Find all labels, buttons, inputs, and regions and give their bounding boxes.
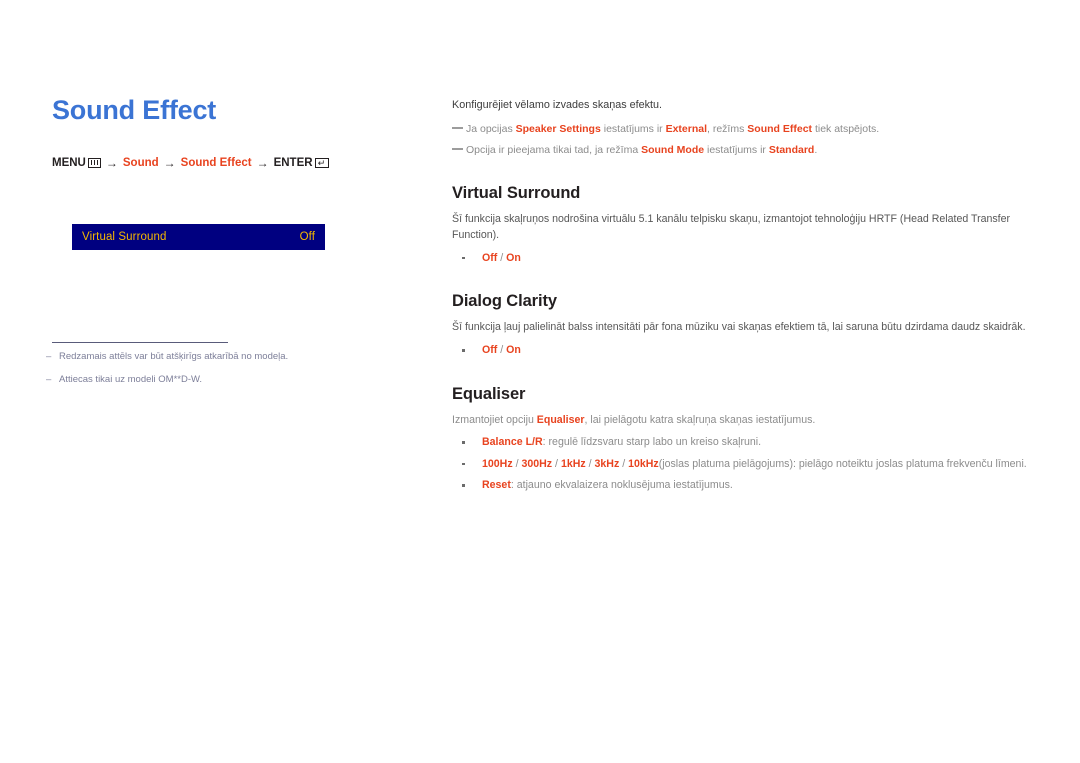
menu-bars-icon bbox=[87, 157, 101, 168]
plain-text: Ja opcijas bbox=[466, 122, 516, 135]
osd-menu-row-virtual-surround[interactable]: Virtual Surround Off bbox=[72, 224, 325, 250]
bullet-item: Reset: atjauno ekvalaizera noklusējuma i… bbox=[452, 477, 1032, 493]
emphasis-term: 1kHz bbox=[560, 457, 586, 470]
menu-path-arrow-2: → bbox=[163, 155, 176, 170]
plain-text: / bbox=[497, 344, 507, 357]
enter-return-icon: ↵ bbox=[314, 157, 329, 168]
emphasis-term: Sound Effect bbox=[747, 122, 813, 135]
document-page: Sound Effect MENU → Sound → Sound Effect… bbox=[0, 0, 1080, 763]
menu-path-step-sound: Sound bbox=[122, 156, 159, 169]
section-bullet-list: Off / On bbox=[452, 342, 1032, 358]
emphasis-term: Sound Mode bbox=[641, 143, 705, 156]
section-heading: Virtual Surround bbox=[452, 184, 581, 203]
emphasis-term: Reset bbox=[482, 479, 511, 492]
section-description: Izmantojiet opciju Equaliser, lai pielāg… bbox=[452, 413, 1032, 429]
section-description: Šī funkcija skaļruņos nodrošina virtuālu… bbox=[452, 213, 1011, 241]
bullet-item: Balance L/R: regulē līdzsvaru starp labo… bbox=[452, 434, 1032, 450]
menu-path-step-sound-effect: Sound Effect bbox=[180, 156, 252, 169]
emphasis-term: Balance L/R bbox=[482, 436, 543, 449]
footnote-text: Redzamais attēls var būt atšķirīgs atkar… bbox=[59, 351, 289, 362]
footnote-dash: – bbox=[46, 374, 52, 386]
plain-text: tiek atspējots. bbox=[812, 122, 880, 135]
section-heading: Equaliser bbox=[452, 384, 526, 403]
emphasis-term: 100Hz bbox=[482, 457, 513, 470]
section-dialog-clarity: Dialog Clarity Šī funkcija ļauj palielin… bbox=[452, 292, 1032, 358]
menu-path-enter-label: ENTER bbox=[273, 156, 313, 169]
emphasis-term: Off bbox=[482, 251, 498, 264]
emphasis-term: Off bbox=[482, 344, 498, 357]
plain-text: Izmantojiet opciju bbox=[452, 413, 537, 426]
plain-text: : atjauno ekvalaizera noklusējuma iestat… bbox=[510, 479, 733, 492]
plain-text: / bbox=[497, 251, 507, 264]
bullet-item: 100Hz / 300Hz / 1kHz / 3kHz / 10kHz(josl… bbox=[452, 456, 1032, 472]
emphasis-term: External bbox=[665, 122, 708, 135]
section-equaliser: Equaliser Izmantojiet opciju Equaliser, … bbox=[452, 385, 1032, 494]
plain-text: / bbox=[585, 457, 595, 470]
note-dash-icon bbox=[452, 147, 463, 151]
note-text: Ja opcijas Speaker Settings iestatījums … bbox=[466, 122, 1032, 137]
plain-text: (joslas platuma pielāgojums): pielāgo no… bbox=[658, 457, 1027, 470]
menu-path-arrow-3: → bbox=[256, 155, 269, 170]
note-item: Ja opcijas Speaker Settings iestatījums … bbox=[452, 122, 1032, 137]
plain-text: : regulē līdzsvaru starp labo un kreiso … bbox=[542, 436, 762, 449]
left-column: Sound Effect MENU → Sound → Sound Effect… bbox=[52, 95, 412, 170]
footnote-text: Attiecas tikai uz modeli OM**D-W. bbox=[59, 374, 203, 386]
plain-text: / bbox=[619, 457, 629, 470]
plain-text: , lai pielāgotu katra skaļruņa skaņas ie… bbox=[584, 413, 816, 426]
emphasis-term: On bbox=[506, 344, 521, 357]
bullet-item: Off / On bbox=[452, 250, 1032, 266]
footnote-item: – Attiecas tikai uz modeli OM**D-W. bbox=[46, 373, 386, 387]
emphasis-term: Speaker Settings bbox=[515, 122, 601, 135]
intro-paragraph: Konfigurējiet vēlamo izvades skaņas efek… bbox=[452, 99, 663, 111]
osd-item-label: Virtual Surround bbox=[82, 231, 167, 243]
menu-path-menu-label: MENU bbox=[52, 156, 86, 169]
note-text: Opcija ir pieejama tikai tad, ja režīma … bbox=[466, 143, 1032, 158]
plain-text: iestatījums ir bbox=[600, 122, 666, 135]
right-column: Konfigurējiet vēlamo izvades skaņas efek… bbox=[452, 98, 1032, 499]
bullet-item: Off / On bbox=[452, 342, 1032, 358]
emphasis-term: Standard bbox=[768, 143, 815, 156]
note-dash-icon bbox=[452, 126, 463, 130]
section-virtual-surround: Virtual Surround Šī funkcija skaļruņos n… bbox=[452, 184, 1032, 266]
section-description: Šī funkcija ļauj palielināt balss intens… bbox=[452, 321, 1026, 334]
note-item: Opcija ir pieejama tikai tad, ja režīma … bbox=[452, 143, 1032, 158]
emphasis-term: On bbox=[506, 251, 521, 264]
page-title: Sound Effect bbox=[52, 95, 217, 125]
plain-text: Opcija ir pieejama tikai tad, ja režīma bbox=[466, 143, 642, 156]
emphasis-term: 3kHz bbox=[594, 457, 620, 470]
footnote-item: – Redzamais attēls var būt atšķirīgs atk… bbox=[46, 350, 386, 364]
menu-path-arrow-1: → bbox=[105, 155, 118, 170]
plain-text: / bbox=[552, 457, 561, 470]
footnote-dash: – bbox=[46, 351, 52, 362]
plain-text: , režīms bbox=[707, 122, 748, 135]
footnote-divider bbox=[52, 342, 228, 343]
section-bullet-list: Off / On bbox=[452, 250, 1032, 266]
emphasis-term: 10kHz bbox=[628, 457, 659, 470]
plain-text: . bbox=[814, 143, 818, 156]
section-bullet-list: Balance L/R: regulē līdzsvaru starp labo… bbox=[452, 434, 1032, 493]
section-heading: Dialog Clarity bbox=[452, 292, 557, 311]
emphasis-term: Equaliser bbox=[536, 413, 585, 426]
emphasis-term: 300Hz bbox=[521, 457, 553, 470]
menu-path-breadcrumb: MENU → Sound → Sound Effect → ENTER ↵ bbox=[52, 156, 412, 170]
footnote-list: – Redzamais attēls var būt atšķirīgs atk… bbox=[46, 350, 386, 397]
osd-item-value: Off bbox=[299, 231, 315, 243]
plain-text: iestatījums ir bbox=[704, 143, 769, 156]
